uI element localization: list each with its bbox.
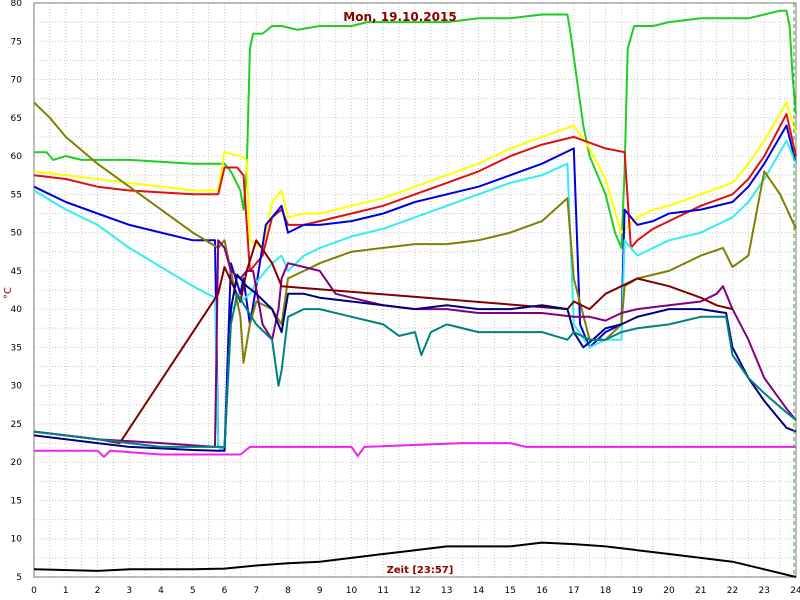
- y-tick-label: 55: [11, 190, 22, 200]
- x-tick-label: 2: [95, 586, 101, 596]
- x-tick-label: 0: [31, 586, 37, 596]
- x-tick-label: 8: [285, 586, 291, 596]
- y-tick-label: 30: [11, 382, 23, 392]
- y-tick-label: 75: [11, 37, 22, 47]
- y-tick-label: 60: [11, 152, 23, 162]
- x-axis-label: Zeit [23:57]: [387, 565, 454, 576]
- chart-title: Mon, 19.10.2015: [343, 10, 456, 24]
- x-tick-label: 20: [663, 586, 675, 596]
- x-tick-label: 6: [222, 586, 228, 596]
- x-tick-label: 1: [63, 586, 69, 596]
- x-tick-label: 18: [600, 586, 612, 596]
- y-tick-label: 10: [11, 535, 23, 545]
- x-tick-label: 15: [505, 586, 516, 596]
- x-tick-label: 19: [632, 586, 644, 596]
- x-tick-label: 16: [536, 586, 548, 596]
- x-tick-label: 4: [158, 586, 164, 596]
- y-axis-label: °C: [3, 287, 14, 299]
- x-tick-label: 7: [253, 586, 259, 596]
- temperature-chart: 5101520253035404550556065707580 01234567…: [0, 0, 800, 600]
- y-tick-label: 50: [11, 229, 23, 239]
- y-tick-label: 20: [11, 458, 23, 468]
- x-tick-label: 23: [759, 586, 770, 596]
- x-tick-label: 9: [317, 586, 323, 596]
- x-tick-label: 14: [473, 586, 485, 596]
- y-tick-label: 80: [11, 0, 23, 9]
- y-tick-label: 5: [16, 573, 22, 583]
- x-tick-label: 5: [190, 586, 196, 596]
- x-tick-label: 22: [727, 586, 738, 596]
- y-tick-label: 70: [11, 76, 23, 86]
- x-tick-label: 11: [378, 586, 389, 596]
- y-tick-label: 45: [11, 267, 22, 277]
- y-tick-label: 40: [11, 305, 23, 315]
- y-tick-label: 15: [11, 496, 22, 506]
- x-tick-label: 10: [346, 586, 358, 596]
- x-tick-label: 24: [790, 586, 800, 596]
- y-tick-label: 25: [11, 420, 22, 430]
- x-tick-label: 3: [126, 586, 132, 596]
- x-tick-label: 17: [568, 586, 579, 596]
- x-tick-label: 12: [409, 586, 420, 596]
- x-tick-label: 21: [695, 586, 706, 596]
- y-tick-label: 35: [11, 343, 22, 353]
- y-tick-label: 65: [11, 114, 22, 124]
- x-tick-label: 13: [441, 586, 452, 596]
